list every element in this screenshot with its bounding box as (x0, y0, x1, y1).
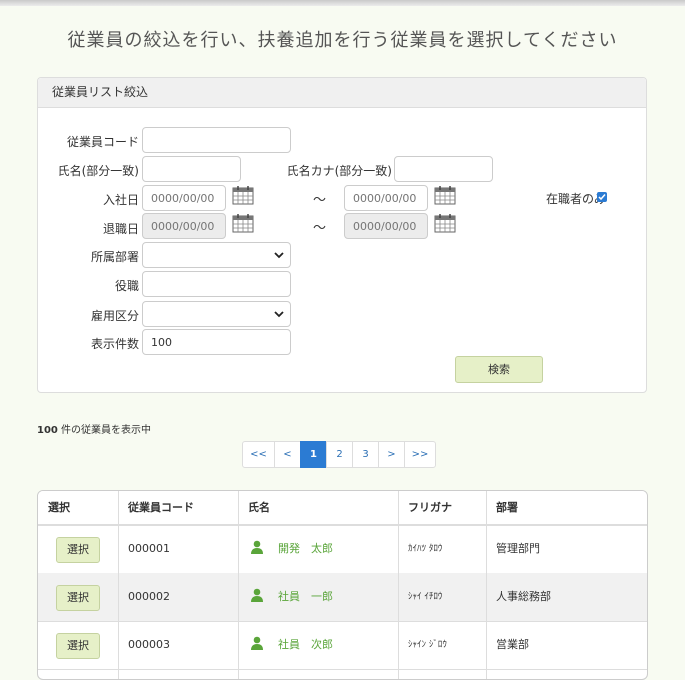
employee-name-link[interactable]: 社員 次郎 (278, 621, 333, 669)
calendar-icon[interactable] (232, 213, 254, 233)
table-row: 選択 000002 社員 一郎 ｼｬｲ ｲﾁﾛｳ 人事総務部 (38, 573, 647, 622)
column-divider (118, 491, 119, 679)
person-icon (251, 636, 263, 650)
column-divider (238, 491, 239, 679)
employee-code-cell: 000001 (128, 542, 170, 555)
employee-department-cell: 人事総務部 (496, 590, 551, 603)
name-input[interactable] (142, 156, 241, 182)
employee-kana-cell: ｼｬｲ ｲﾁﾛｳ (408, 592, 443, 602)
employee-department-cell: 営業部 (496, 638, 529, 651)
column-header-select: 選択 (48, 501, 70, 514)
employee-name-cell: 社員 一郎 (238, 573, 398, 621)
select-button[interactable]: 選択 (56, 537, 100, 563)
employee-name-cell: 開発 太郎 (238, 525, 398, 573)
employee-code-cell: 000002 (128, 590, 170, 603)
page-last-button[interactable]: >> (404, 441, 436, 468)
code-label: 従業員コード (66, 135, 139, 149)
table-row: 選択 000003 社員 次郎 ｼｬｲﾝ ｼﾞﾛｳ 営業部 (38, 621, 647, 670)
filter-panel-heading: 従業員リスト絞込 (38, 78, 646, 108)
employee-table: 選択 従業員コード 氏名 フリガナ 部署 選択 000001 開発 太郎 ｶｲﾊ… (37, 490, 648, 680)
display-count-input[interactable] (142, 329, 291, 355)
person-icon (251, 540, 263, 554)
pagination: << < 1 2 3 > >> (242, 441, 436, 468)
select-button[interactable]: 選択 (56, 585, 100, 611)
select-button[interactable]: 選択 (56, 633, 100, 659)
page-prev-button[interactable]: < (274, 441, 301, 468)
active-only-checkbox[interactable] (597, 192, 607, 202)
name-label: 氏名(部分一致) (57, 164, 139, 178)
employment-type-label: 雇用区分 (90, 309, 139, 323)
employee-name-link[interactable]: 社員 一郎 (278, 573, 333, 621)
employee-code-input[interactable] (142, 127, 291, 153)
result-count-text: 件の従業員を表示中 (57, 425, 152, 436)
page-button-2[interactable]: 2 (326, 441, 353, 468)
person-icon (251, 588, 263, 602)
page-button-1[interactable]: 1 (300, 441, 327, 468)
calendar-icon[interactable] (434, 185, 456, 205)
hire-date-label: 入社日 (102, 193, 139, 207)
kana-input[interactable] (394, 156, 493, 182)
page-first-button[interactable]: << (242, 441, 275, 468)
hire-date-range-separator: ～ (313, 193, 327, 208)
table-header: 選択 従業員コード 氏名 フリガナ 部署 (38, 491, 647, 526)
employee-code-cell: 000003 (128, 638, 170, 651)
page-title: 従業員の絞込を行い、扶養追加を行う従業員を選択してください (67, 30, 618, 51)
column-header-code: 従業員コード (128, 501, 194, 514)
hire-date-to-input[interactable] (344, 185, 428, 211)
employee-department-cell: 管理部門 (496, 542, 540, 555)
filter-panel: 従業員リスト絞込 従業員コード 氏名(部分一致) 氏名カナ(部分一致) 入社日 … (37, 77, 647, 393)
calendar-icon[interactable] (232, 185, 254, 205)
page-button-3[interactable]: 3 (352, 441, 379, 468)
employee-kana-cell: ｼｬｲﾝ ｼﾞﾛｳ (408, 640, 447, 650)
column-header-name: 氏名 (248, 501, 270, 514)
column-divider (486, 491, 487, 679)
retire-date-from-input (142, 213, 226, 239)
display-count-label: 表示件数 (90, 337, 139, 351)
position-input[interactable] (142, 271, 291, 297)
retire-date-label: 退職日 (102, 222, 139, 236)
position-label: 役職 (114, 279, 139, 293)
employee-name-link[interactable]: 開発 太郎 (278, 525, 333, 573)
search-button[interactable]: 検索 (455, 356, 543, 383)
result-count: 100 件の従業員を表示中 (37, 421, 151, 436)
column-divider (398, 491, 399, 679)
top-bar (0, 0, 685, 6)
employee-name-cell: 社員 次郎 (238, 621, 398, 669)
employee-kana-cell: ｶｲﾊﾂ ﾀﾛｳ (408, 544, 443, 554)
chevron-down-icon (274, 311, 284, 318)
chevron-down-icon (274, 252, 284, 259)
table-row: 選択 000001 開発 太郎 ｶｲﾊﾂ ﾀﾛｳ 管理部門 (38, 525, 647, 574)
department-label: 所属部署 (90, 250, 139, 264)
hire-date-from-input[interactable] (142, 185, 226, 211)
result-count-number: 100 (37, 425, 58, 436)
employment-type-select[interactable] (142, 301, 291, 327)
retire-date-range-separator: ～ (313, 221, 327, 236)
retire-date-to-input (344, 213, 428, 239)
calendar-icon[interactable] (434, 213, 456, 233)
department-select[interactable] (142, 242, 291, 268)
page-next-button[interactable]: > (378, 441, 405, 468)
column-header-kana: フリガナ (408, 501, 452, 514)
column-header-department: 部署 (496, 501, 518, 514)
kana-label: 氏名カナ(部分一致) (286, 164, 392, 178)
